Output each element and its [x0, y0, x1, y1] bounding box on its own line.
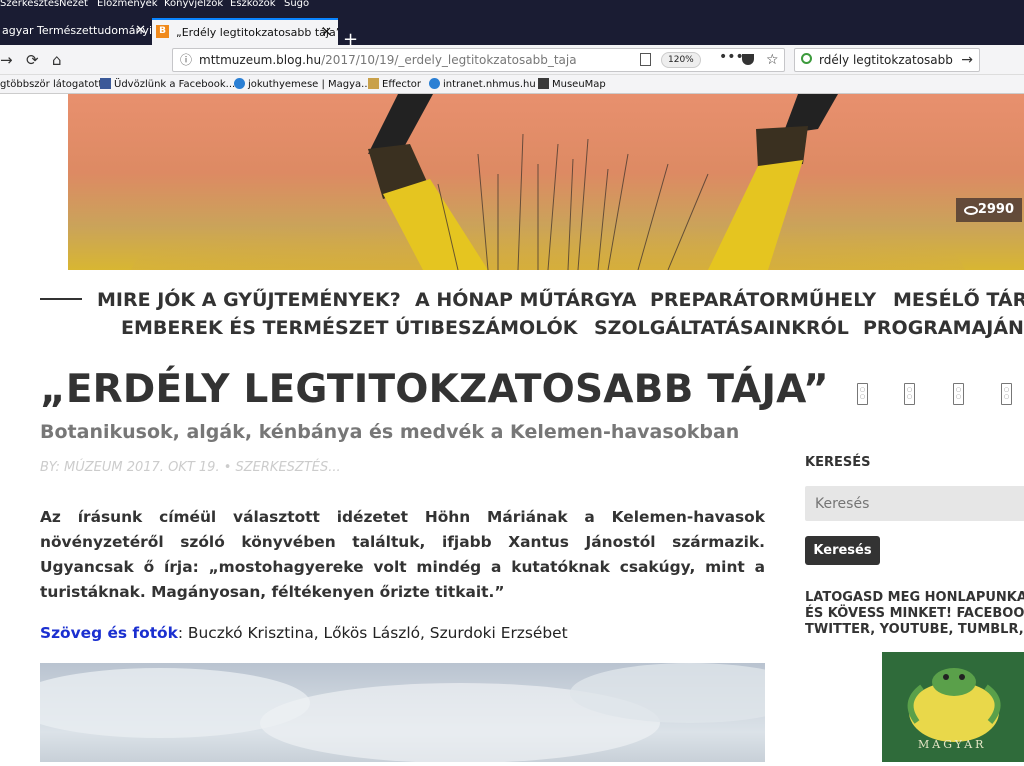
header-image	[68, 94, 1024, 270]
view-count: 2990	[956, 198, 1022, 222]
nav-people-and-nature[interactable]: EMBEREK ÉS TERMÉSZET	[121, 317, 388, 339]
bookmark-star-icon[interactable]: ☆	[766, 49, 779, 71]
menu-bookmarks[interactable]: Könyvjelzők	[164, 0, 223, 9]
sidebar-search-heading: KERESÉS	[805, 455, 871, 470]
nav-storytelling[interactable]: MESÉLŐ TÁRG	[893, 289, 1024, 311]
sidebar-search-button[interactable]: Keresés	[805, 536, 880, 565]
nav-programs[interactable]: PROGRAMAJÁNL	[863, 317, 1024, 339]
share-icon[interactable]: ▢ ▢	[1001, 383, 1012, 405]
nav-travel-reports[interactable]: ÚTIBESZÁMOLÓK	[395, 317, 577, 339]
navigation-bar: → ⟳ ⌂ ⓘ mttmuzeum.blog.hu/2017/10/19/_er…	[0, 45, 1024, 89]
bookmark-intranet[interactable]: intranet.nhmus.hu	[429, 76, 536, 93]
sidebar-search-input[interactable]	[805, 486, 1024, 521]
bookmark-museumap[interactable]: MuseuMap	[538, 76, 606, 93]
nav-preparation-workshop[interactable]: PREPARÁTORMŰHELY	[650, 289, 876, 311]
article-byline[interactable]: BY: MÚZEUM 2017. OKT 19. • SZERKESZTÉS..…	[40, 460, 341, 475]
share-icon[interactable]: ▢ ▢	[953, 383, 964, 405]
close-tab-icon[interactable]: ✕	[321, 20, 332, 45]
zoom-level[interactable]: 120%	[661, 52, 701, 68]
bee-closeup-image	[130, 94, 966, 270]
tab-museum[interactable]: agyar Természettudományi M ✕	[0, 18, 152, 45]
tab-bar: agyar Természettudományi M ✕ B „Erdély l…	[0, 13, 1024, 50]
museum-logo[interactable]: MAGYAR	[882, 652, 1024, 762]
share-icon[interactable]: ▢ ▢	[857, 383, 868, 405]
credits-label[interactable]: Szöveg és fotók	[40, 624, 178, 642]
folder-icon	[368, 78, 379, 89]
pocket-icon[interactable]	[742, 54, 754, 65]
bookmark-most-visited[interactable]: gtöbbször látogatott	[0, 76, 102, 93]
menu-tools[interactable]: Eszközök	[230, 0, 276, 9]
tab-label: agyar Természettudományi M	[2, 24, 152, 37]
nav-object-of-month[interactable]: A HÓNAP MŰTÁRGYA	[415, 289, 637, 311]
page-actions-icon[interactable]: •••	[719, 46, 744, 68]
search-bar[interactable]: rdély legtitokzatosabb tája →	[794, 48, 980, 89]
museumap-icon	[538, 78, 549, 89]
article-title: „ERDÉLY LEGTITOKZATOSABB TÁJA”	[40, 367, 829, 412]
menu-edit[interactable]: Szerkesztés	[0, 0, 59, 9]
article-photo	[10, 663, 810, 763]
bookmark-facebook[interactable]: Üdvözlünk a Facebook...	[100, 76, 235, 93]
article-credits: Szöveg és fotók: Buczkó Krisztina, Lőkös…	[40, 624, 568, 642]
url-text: mttmuzeum.blog.hu/2017/10/19/_erdely_leg…	[199, 53, 577, 67]
reader-view-icon[interactable]	[640, 53, 651, 66]
bookmark-effector[interactable]: Effector	[368, 76, 421, 93]
tab-article[interactable]: B „Erdély legtitokzatosabb tája” - ✕	[152, 18, 338, 45]
nav-collections[interactable]: MIRE JÓK A GYŰJTEMÉNYEK?	[97, 289, 401, 311]
tab-label: „Erdély legtitokzatosabb tája” -	[176, 26, 338, 39]
forward-icon[interactable]: →	[0, 51, 13, 69]
menu-help[interactable]: Súgó	[284, 0, 309, 9]
menu-history[interactable]: Előzmények	[97, 0, 158, 9]
info-icon[interactable]: ⓘ	[180, 49, 192, 71]
nav-services[interactable]: SZOLGÁLTATÁSAINKRÓL	[594, 317, 849, 339]
home-icon[interactable]: ⌂	[52, 51, 62, 69]
eye-icon	[964, 206, 978, 215]
sidebar-visit-text: LÁTOGASD MEG HONLAPUNKA ÉS KÖVESS MINKET…	[805, 590, 1024, 637]
bookmarks-toolbar: gtöbbször látogatott Üdvözlünk a Faceboo…	[0, 75, 1024, 94]
logo-text: MAGYAR	[918, 738, 987, 751]
bookmark-jokuthyemese[interactable]: jokuthyemese | Magya...	[234, 76, 371, 93]
article-intro: Az írásunk címéül választott idézetet Hö…	[40, 508, 765, 601]
sky-clouds-image	[10, 663, 810, 763]
share-icon[interactable]: ▢ ▢	[904, 383, 915, 405]
globe-icon	[234, 78, 245, 89]
article-subtitle: Botanikusok, algák, kénbánya és medvék a…	[40, 421, 740, 443]
search-engine-icon	[801, 53, 812, 64]
menu-bar: Szerkesztés Nézet Előzmények Könyvjelzők…	[0, 0, 1024, 13]
facebook-icon	[100, 78, 111, 89]
search-go-icon[interactable]: →	[961, 49, 973, 71]
close-tab-icon[interactable]: ✕	[135, 18, 146, 43]
reload-icon[interactable]: ⟳	[26, 51, 39, 69]
blog-favicon-icon: B	[156, 25, 169, 38]
globe-icon	[429, 78, 440, 89]
credits-names: : Buczkó Krisztina, Lőkös László, Szurdo…	[177, 624, 568, 642]
address-bar[interactable]: ⓘ mttmuzeum.blog.hu/2017/10/19/_erdely_l…	[172, 48, 785, 72]
menu-view[interactable]: Nézet	[59, 0, 88, 9]
nav-decoration	[40, 298, 82, 300]
